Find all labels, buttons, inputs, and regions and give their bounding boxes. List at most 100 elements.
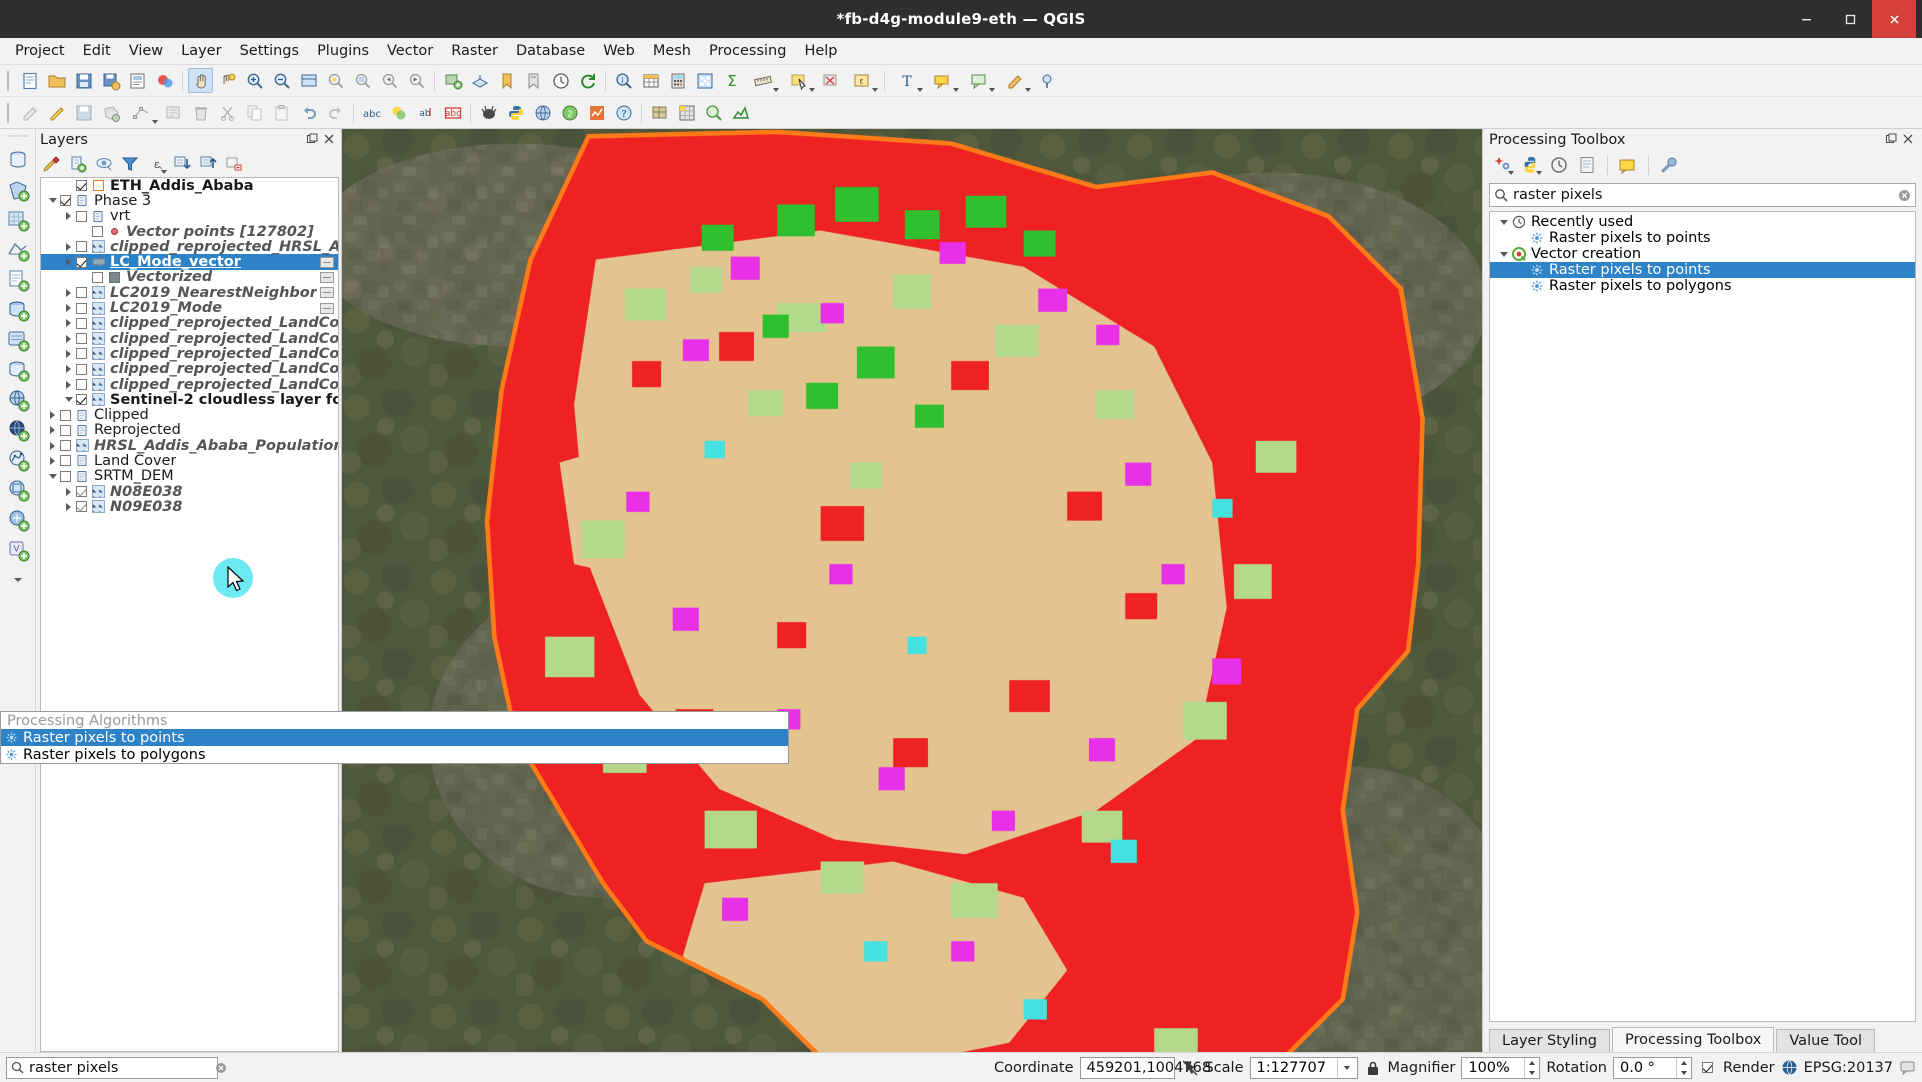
chevron-down-icon[interactable] [989,88,995,92]
scale-combo[interactable]: 1:127707 [1249,1056,1358,1079]
new-map-bookmark-icon[interactable] [494,68,519,93]
layer-edit-badge[interactable] [320,256,334,268]
tab-value-tool[interactable]: Value Tool [1776,1029,1875,1052]
deselect-features-icon[interactable] [818,68,843,93]
layer-tree-item[interactable]: clipped_reprojected_HRSL_Addis_Ababa [41,239,338,255]
expander-icon[interactable] [61,365,76,374]
coordinate-field[interactable]: 459201,1004768 [1079,1056,1211,1079]
toolbar-grip[interactable] [5,101,13,125]
layer-tree-item[interactable]: Vectorized [41,269,338,285]
layer-edit-badge[interactable] [320,287,334,299]
chevron-down-icon[interactable] [872,88,878,92]
manage-map-themes-icon[interactable] [92,153,116,175]
add-group-icon[interactable] [66,153,90,175]
layer-tree-item[interactable]: vrt [41,208,338,224]
expander-icon[interactable] [45,456,60,465]
show-map-tips-icon[interactable] [926,68,960,93]
select-by-expression-icon[interactable]: ε [845,68,879,93]
zoom-out-icon[interactable] [269,68,294,93]
expand-all-icon[interactable] [170,153,194,175]
menu-vector[interactable]: Vector [378,40,442,62]
layer-visibility-checkbox[interactable] [60,455,71,467]
expander-icon[interactable] [1496,219,1511,225]
new-map-view-icon[interactable] [440,68,465,93]
identify-features-icon[interactable]: i [611,68,636,93]
new-annotation-icon[interactable] [962,68,996,93]
expander-icon[interactable] [61,258,76,267]
menu-database[interactable]: Database [507,40,594,62]
chevron-down-icon[interactable] [1336,1057,1357,1078]
spinner-down-icon[interactable] [1525,1068,1539,1078]
chevron-down-icon[interactable] [152,120,158,124]
vertex-tool-icon[interactable] [125,100,159,125]
crs-icon[interactable] [1781,1059,1798,1076]
layer-visibility-checkbox[interactable] [76,210,87,222]
chevron-down-icon[interactable] [917,88,923,92]
layer-tree-item[interactable]: Sentinel-2 cloudless layer for 2019 by [41,392,338,408]
algorithm-tree-item[interactable]: Raster pixels to polygons [1490,278,1915,294]
menu-help[interactable]: Help [795,40,846,62]
semi-automatic-classification-icon[interactable] [584,100,609,125]
menu-settings[interactable]: Settings [231,40,308,62]
expander-icon[interactable] [61,502,76,511]
current-edits-icon[interactable] [17,100,42,125]
add-xyz-layer-icon[interactable] [4,506,32,534]
expander-icon[interactable] [61,334,76,343]
options-icon[interactable] [1657,154,1681,176]
close-panel-icon[interactable] [323,133,337,147]
layer-tree-item[interactable]: Phase 3 [41,193,338,209]
add-wcs-layer-icon[interactable] [4,416,32,444]
collapse-all-icon[interactable] [196,153,220,175]
toggle-mouse-position-icon[interactable] [1181,1059,1199,1077]
layer-tree-item[interactable]: LC2019_NearestNeighbor [41,285,338,301]
expander-icon[interactable] [61,380,76,389]
toolbar-grip[interactable] [5,69,13,93]
add-mssql-layer-icon[interactable] [4,356,32,384]
cut-features-icon[interactable] [215,100,240,125]
layer-tree-item[interactable]: LC2019_Mode [41,300,338,316]
layer-tree-item[interactable]: LC_Mode_vector [41,254,338,270]
layer-visibility-checkbox[interactable] [76,333,87,345]
tab-processing-toolbox[interactable]: Processing Toolbox [1611,1027,1775,1052]
temporal-controller-icon[interactable] [548,68,573,93]
close-button[interactable] [1872,0,1916,38]
layer-tree-item[interactable]: clipped_reprojected_LandCover_2019 [41,315,338,331]
render-checkbox[interactable] [1702,1062,1714,1073]
crs-value[interactable]: EPSG:20137 [1804,1060,1893,1076]
abc-highlight-labels-icon[interactable]: abc [440,100,465,125]
spinner-buttons[interactable] [1676,1057,1691,1078]
tab-layer-styling[interactable]: Layer Styling [1489,1029,1610,1052]
layer-visibility-checkbox[interactable] [76,287,87,299]
history-icon[interactable] [1547,154,1571,176]
layer-visibility-checkbox[interactable] [76,394,87,406]
locator-bar[interactable] [6,1056,226,1079]
chevron-down-icon[interactable] [1536,171,1542,175]
show-bookmarks-icon[interactable] [521,68,546,93]
layer-visibility-checkbox[interactable] [76,180,87,192]
expander-icon[interactable] [61,349,76,358]
layer-visibility-checkbox[interactable] [76,363,87,375]
style-layer-icon[interactable] [386,100,411,125]
modify-attributes-icon[interactable] [161,100,186,125]
layer-edit-badge[interactable] [320,271,334,283]
chevron-down-icon[interactable] [773,88,779,92]
zoom-full-icon[interactable] [296,68,321,93]
map-canvas[interactable] [342,129,1482,1052]
menu-plugins[interactable]: Plugins [308,40,378,62]
layer-tree-item[interactable]: N09E038 [41,499,338,515]
locator-result-item[interactable]: Raster pixels to polygons [1,746,788,763]
layer-visibility-checkbox[interactable] [76,379,87,390]
pan-to-selection-icon[interactable] [215,68,240,93]
clear-locator-icon[interactable] [215,1062,227,1074]
expander-icon[interactable] [61,397,76,403]
results-viewer-icon[interactable] [1575,154,1599,176]
new-project-icon[interactable] [17,68,42,93]
expander-icon[interactable] [61,288,76,297]
menu-raster[interactable]: Raster [442,40,507,62]
expander-icon[interactable] [61,487,76,496]
spinner-up-icon[interactable] [1677,1058,1691,1068]
processing-search-box[interactable] [1489,183,1916,207]
toolbar-grip[interactable] [7,133,29,141]
layer-tree-item[interactable]: clipped_reprojected_LandCover_2015 [41,377,338,393]
paste-features-icon[interactable] [269,100,294,125]
